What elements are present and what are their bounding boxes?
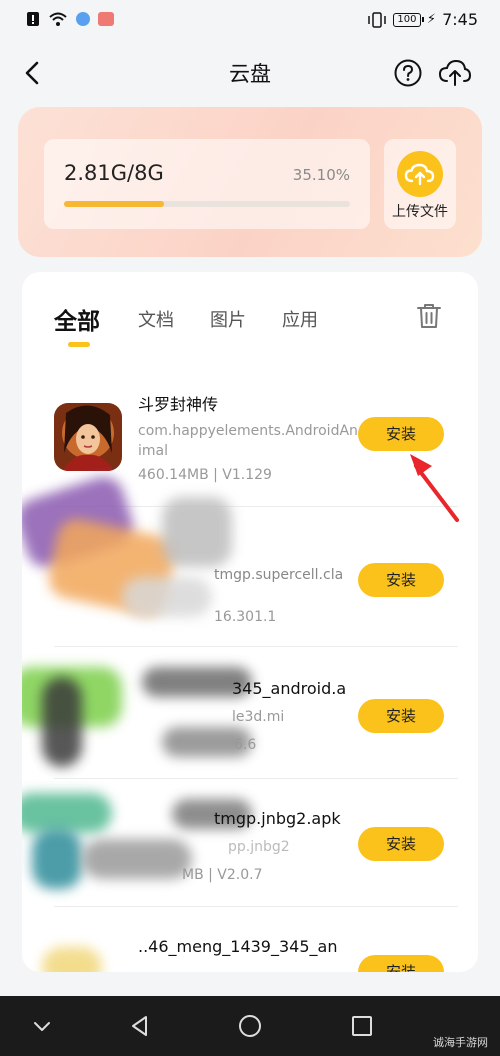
annotation-arrow-icon [410, 454, 459, 522]
tab-all[interactable]: 全部 [54, 302, 100, 336]
upload-file-label: 上传文件 [392, 204, 448, 220]
app-package: ..46_meng_1439_345_an [138, 937, 338, 956]
tab-apps[interactable]: 应用 [282, 306, 318, 332]
storage-usage-panel: 2.81G/8G 35.10% [44, 139, 370, 229]
home-circle-icon[interactable] [238, 1014, 262, 1038]
app-version: MB | V2.0.7 [182, 867, 263, 883]
app-meta: pp.jnbg2 [228, 839, 290, 855]
cloud-upload-icon[interactable] [438, 57, 472, 89]
app-notification-icon [98, 12, 114, 26]
app-version: 6.6 [234, 737, 257, 753]
app-package: 345_android.a [232, 679, 347, 698]
storage-card: 2.81G/8G 35.10% 上传文件 [18, 107, 482, 257]
list-item[interactable]: 345_android.a le3d.mi 6.6 安装 [22, 647, 478, 779]
redaction-smudge [82, 839, 192, 879]
watermark: 诚海手游网 [433, 1036, 488, 1049]
help-icon[interactable] [393, 58, 423, 88]
storage-percent: 35.10% [292, 166, 350, 184]
clock: 7:45 [442, 10, 478, 29]
redaction-smudge [42, 677, 82, 767]
app-meta: 16.301.1 [214, 609, 277, 625]
redaction-smudge [32, 829, 82, 889]
title-bar: 云盘 [0, 40, 500, 106]
tab-documents[interactable]: 文档 [138, 306, 174, 332]
page-title: 云盘 [229, 62, 271, 86]
app-meta: le3d.mi [232, 709, 285, 725]
install-button[interactable]: 安装 [358, 699, 444, 733]
file-type-tabs: 全部 文档 图片 应用 [22, 272, 478, 362]
battery-indicator: 100 [392, 12, 424, 27]
tab-images[interactable]: 图片 [210, 306, 246, 332]
install-button[interactable]: 安装 [358, 827, 444, 861]
vibrate-icon [368, 11, 386, 28]
back-triangle-icon[interactable] [128, 1014, 152, 1038]
wifi-icon [49, 12, 67, 26]
install-button[interactable]: 安装 [358, 563, 444, 597]
storage-progress-fill [64, 201, 165, 207]
app-meta: 460.14MB | V1.129 [138, 467, 272, 483]
chevron-down-icon[interactable] [30, 1014, 54, 1038]
app-icon [54, 403, 122, 471]
redaction-smudge [162, 497, 232, 567]
tab-active-indicator [68, 342, 90, 347]
redaction-smudge [42, 947, 102, 972]
install-button[interactable]: 安装 [358, 955, 444, 972]
storage-progress-bar [64, 201, 350, 207]
redaction-smudge [122, 577, 212, 617]
system-nav-bar: 诚海手游网 [0, 996, 500, 1056]
file-list-card: 全部 文档 图片 应用 斗罗封神传 com.happyelements.Andr… [22, 272, 478, 972]
upload-file-button[interactable]: 上传文件 [384, 139, 456, 229]
list-item[interactable]: ..46_meng_1439_345_an 安装 [22, 907, 478, 972]
app-package: com.happyelements.AndroidAnimal [138, 423, 358, 459]
charging-icon: ⚡ [426, 12, 437, 27]
browser-icon [76, 12, 90, 26]
app-package: tmgp.jnbg2.apk [214, 809, 341, 828]
app-name: 斗罗封神传 [138, 395, 219, 414]
status-bar: 100 ⚡ 7:45 [0, 0, 500, 40]
storage-usage: 2.81G/8G [64, 161, 164, 185]
alert-icon [27, 12, 39, 26]
upload-icon [397, 151, 443, 197]
trash-icon[interactable] [416, 302, 442, 330]
list-item[interactable]: tmgp.jnbg2.apk pp.jnbg2 MB | V2.0.7 安装 [22, 779, 478, 907]
redaction-smudge [22, 793, 112, 833]
recents-square-icon[interactable] [350, 1014, 374, 1038]
